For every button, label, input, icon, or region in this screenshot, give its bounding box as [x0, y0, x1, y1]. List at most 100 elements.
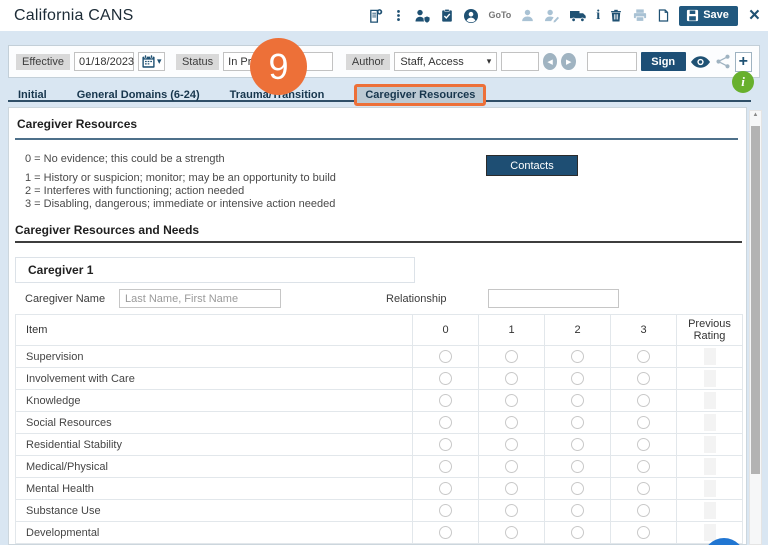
- rating-table: Item0123Previous Rating SupervisionInvol…: [15, 314, 743, 544]
- rating-radio-1[interactable]: [505, 372, 518, 385]
- user-edit-icon[interactable]: [544, 8, 560, 23]
- tab-caregiver-resources[interactable]: Caregiver Resources: [354, 84, 486, 106]
- rating-radio-2[interactable]: [571, 416, 584, 429]
- author-label: Author: [346, 54, 390, 70]
- toolbar-input-1[interactable]: [501, 52, 538, 71]
- plus-icon[interactable]: +: [735, 52, 752, 72]
- rating-radio-0[interactable]: [439, 526, 452, 539]
- legend-line: 1 = History or suspicion; monitor; may b…: [25, 172, 336, 185]
- rating-radio-2[interactable]: [571, 372, 584, 385]
- main-panel: Caregiver Resources 0 = No evidence; thi…: [8, 107, 747, 545]
- file-icon[interactable]: [657, 8, 670, 23]
- toolbar-input-2[interactable]: [587, 52, 636, 71]
- account-circle-icon[interactable]: [463, 8, 479, 24]
- eye-icon[interactable]: [690, 55, 711, 69]
- caregiver-name-input[interactable]: [119, 289, 281, 308]
- rating-radio-1[interactable]: [505, 526, 518, 539]
- tab-general-domains-6-24-[interactable]: General Domains (6-24): [77, 89, 200, 101]
- rating-radio-2[interactable]: [571, 482, 584, 495]
- rating-radio-3[interactable]: [637, 394, 650, 407]
- contacts-button[interactable]: Contacts: [486, 155, 578, 176]
- arrow-left-icon: ◀: [547, 58, 552, 66]
- rating-radio-1[interactable]: [505, 416, 518, 429]
- item-label: Supervision: [16, 346, 413, 368]
- close-icon[interactable]: ×: [749, 5, 760, 27]
- item-label: Substance Use: [16, 500, 413, 522]
- rating-radio-2[interactable]: [571, 350, 584, 363]
- rating-radio-1[interactable]: [505, 394, 518, 407]
- table-row: Substance Use: [16, 500, 743, 522]
- rating-radio-1[interactable]: [505, 482, 518, 495]
- column-header-item: Item: [16, 315, 413, 346]
- table-row: Medical/Physical: [16, 456, 743, 478]
- rating-radio-2[interactable]: [571, 438, 584, 451]
- rating-radio-1[interactable]: [505, 350, 518, 363]
- calendar-icon: [141, 54, 156, 69]
- relationship-input[interactable]: [488, 289, 619, 308]
- rating-radio-2[interactable]: [571, 504, 584, 517]
- rating-radio-3[interactable]: [637, 482, 650, 495]
- scrollbar-up-icon[interactable]: ▲: [750, 112, 761, 118]
- user-icon[interactable]: [520, 8, 535, 23]
- calendar-picker[interactable]: ▾: [138, 52, 165, 71]
- clipboard-check-icon[interactable]: [440, 8, 454, 23]
- column-header-previous-rating: Previous Rating: [677, 315, 743, 346]
- rating-radio-0[interactable]: [439, 460, 452, 473]
- prev-record-button[interactable]: ◀: [543, 53, 558, 70]
- goto-label[interactable]: GoTo: [488, 11, 511, 20]
- note-add-icon[interactable]: [368, 8, 383, 24]
- kebab-menu-icon[interactable]: [392, 8, 405, 23]
- scrollbar-thumb[interactable]: [751, 126, 760, 474]
- column-header-1: 1: [479, 315, 545, 346]
- rating-radio-3[interactable]: [637, 438, 650, 451]
- rating-radio-0[interactable]: [439, 350, 452, 363]
- rating-radio-3[interactable]: [637, 350, 650, 363]
- table-row: Residential Stability: [16, 434, 743, 456]
- subsection-title: Caregiver Resources and Needs: [15, 223, 199, 237]
- rating-radio-0[interactable]: [439, 482, 452, 495]
- info-icon[interactable]: i: [596, 9, 600, 23]
- rating-radio-2[interactable]: [571, 394, 584, 407]
- tab-initial[interactable]: Initial: [18, 89, 47, 101]
- save-button[interactable]: Save: [679, 6, 738, 26]
- section-divider: [15, 138, 738, 140]
- rating-radio-3[interactable]: [637, 504, 650, 517]
- rating-table-header-row: Item0123Previous Rating: [16, 315, 743, 346]
- next-record-button[interactable]: ▶: [561, 53, 576, 70]
- annotation-step-number: 9: [268, 46, 288, 88]
- user-shield-icon[interactable]: [414, 8, 431, 24]
- truck-icon[interactable]: [569, 9, 587, 23]
- arrow-right-icon: ▶: [566, 58, 571, 66]
- subsection-divider: [15, 241, 742, 243]
- caregiver-header: Caregiver 1: [28, 263, 93, 277]
- item-label: Knowledge: [16, 390, 413, 412]
- info-fab-button[interactable]: i: [732, 71, 754, 93]
- rating-radio-3[interactable]: [637, 372, 650, 385]
- author-select[interactable]: Staff, Access ▾: [394, 52, 497, 71]
- rating-radio-2[interactable]: [571, 460, 584, 473]
- rating-radio-0[interactable]: [439, 416, 452, 429]
- rating-radio-1[interactable]: [505, 438, 518, 451]
- rating-radio-0[interactable]: [439, 372, 452, 385]
- rating-radio-2[interactable]: [571, 526, 584, 539]
- status-label: Status: [176, 54, 219, 70]
- rating-radio-0[interactable]: [439, 394, 452, 407]
- rating-radio-1[interactable]: [505, 504, 518, 517]
- share-icon[interactable]: [715, 54, 731, 69]
- sign-button[interactable]: Sign: [641, 52, 686, 71]
- rating-radio-3[interactable]: [637, 460, 650, 473]
- calendar-caret-icon: ▾: [157, 56, 162, 67]
- effective-date-field[interactable]: 01/18/2023: [74, 52, 134, 71]
- vertical-scrollbar[interactable]: ▲: [749, 110, 762, 545]
- rating-radio-0[interactable]: [439, 504, 452, 517]
- column-header-2: 2: [545, 315, 611, 346]
- rating-radio-1[interactable]: [505, 460, 518, 473]
- rating-radio-0[interactable]: [439, 438, 452, 451]
- trash-icon[interactable]: [609, 8, 623, 23]
- rating-radio-3[interactable]: [637, 416, 650, 429]
- titlebar-icons: GoTo i Save ×: [368, 5, 760, 27]
- rating-radio-3[interactable]: [637, 526, 650, 539]
- printer-icon[interactable]: [632, 8, 648, 23]
- item-label: Involvement with Care: [16, 368, 413, 390]
- caregiver-name-label: Caregiver Name: [25, 293, 105, 305]
